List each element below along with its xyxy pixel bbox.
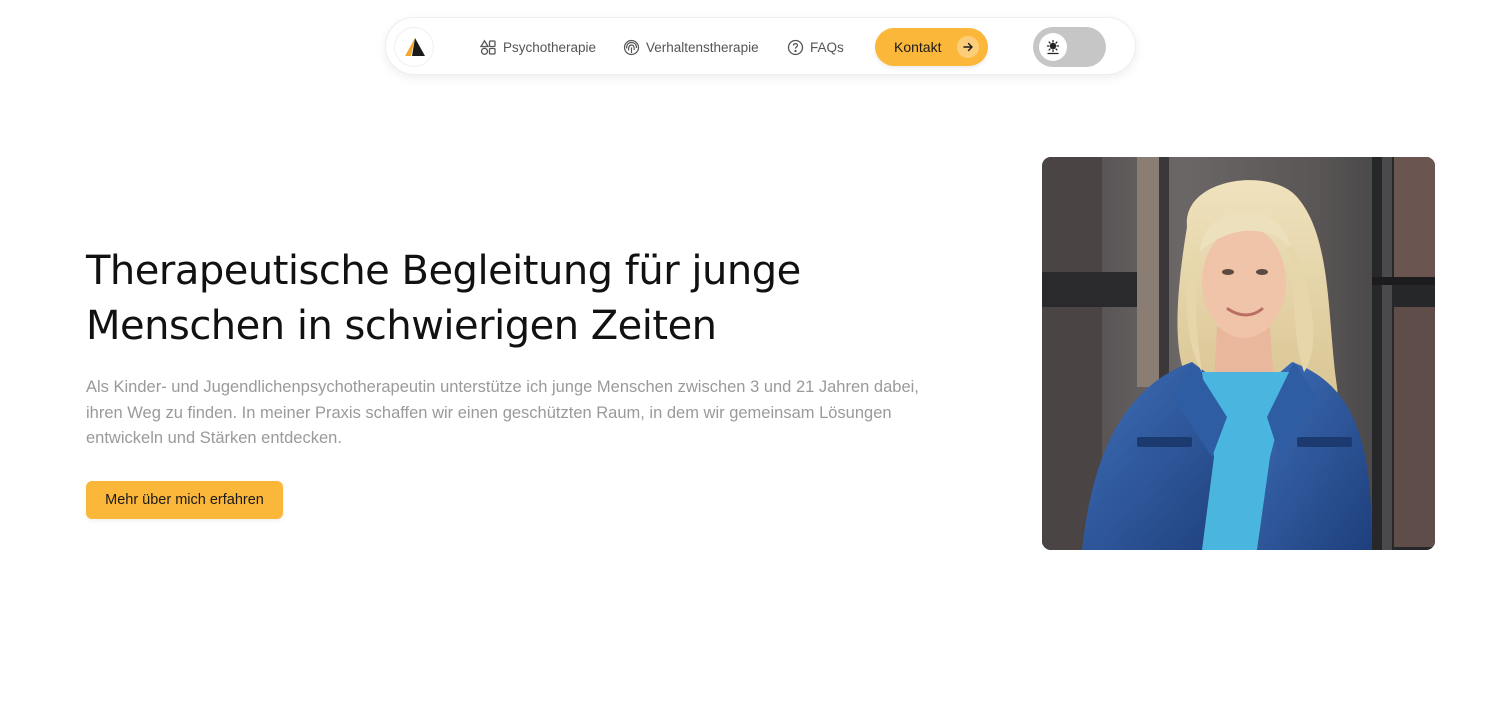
nav-link-psychotherapie[interactable]: Psychotherapie bbox=[479, 18, 596, 76]
tent-logo-icon bbox=[405, 38, 425, 56]
nav-link-faqs[interactable]: FAQs bbox=[786, 18, 844, 76]
question-circle-icon bbox=[786, 38, 804, 56]
arrow-right-icon bbox=[957, 36, 979, 58]
nav-link-label: FAQs bbox=[810, 39, 844, 55]
page-title-line-2: Menschen in schwierigen Zeiten bbox=[86, 303, 717, 349]
about-me-button[interactable]: Mehr über mich erfahren bbox=[86, 481, 283, 519]
shapes-icon bbox=[479, 38, 497, 56]
contact-button-label: Kontakt bbox=[894, 39, 942, 55]
theme-toggle-knob bbox=[1039, 33, 1067, 61]
theme-toggle[interactable] bbox=[1033, 27, 1106, 67]
therapist-portrait-photo bbox=[1042, 157, 1435, 550]
nav-link-label: Verhaltenstherapie bbox=[646, 39, 759, 55]
contact-button[interactable]: Kontakt bbox=[875, 28, 988, 66]
main-navigation: Psychotherapie Verhaltenstherapie FAQs K… bbox=[385, 17, 1136, 75]
nav-link-verhaltenstherapie[interactable]: Verhaltenstherapie bbox=[622, 18, 759, 76]
sun-icon bbox=[1046, 39, 1060, 55]
page-title: Therapeutische Begleitung für junge Mens… bbox=[86, 244, 866, 354]
home-logo[interactable] bbox=[394, 27, 434, 67]
nav-link-label: Psychotherapie bbox=[503, 39, 597, 55]
fingerprint-icon bbox=[622, 38, 640, 56]
page-title-line-1: Therapeutische Begleitung für junge bbox=[86, 248, 801, 294]
hero-description: Als Kinder- und Jugendlichenpsychotherap… bbox=[86, 378, 919, 447]
